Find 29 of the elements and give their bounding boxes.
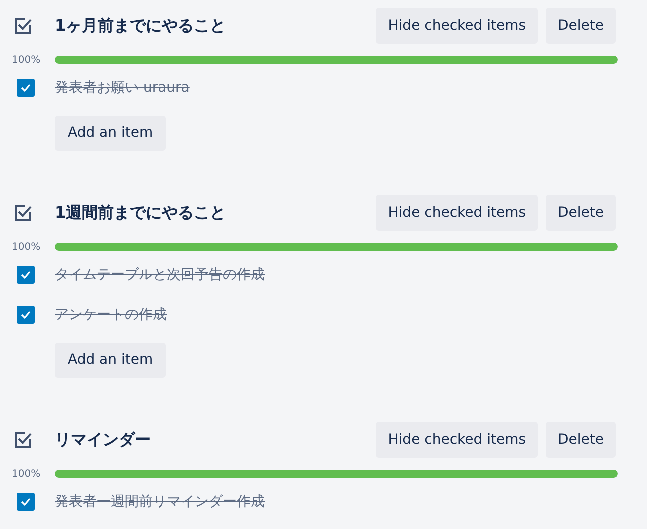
progress-percent: 100% [11,468,42,482]
check-icon [20,309,32,321]
check-icon [20,269,32,281]
checklist-icon [12,430,32,450]
checklist-item-text: タイムテーブルと次回予告の作成 [55,266,265,284]
check-icon [20,496,32,508]
add-item-button[interactable]: Add an item [55,343,166,378]
checklist-icon [12,16,32,36]
delete-button[interactable]: Delete [546,8,616,44]
check-icon [20,82,32,94]
delete-button[interactable]: Delete [546,422,616,458]
checkbox[interactable] [16,493,34,511]
checklist-title: リマインダー [55,429,152,451]
hide-checked-button[interactable]: Hide checked items [376,195,538,231]
checkbox[interactable] [16,266,34,284]
checklist-title: 1ヶ月前までにやること [55,15,228,37]
checklist-title: 1週間前までにやること [55,202,228,224]
checklist-item-text: 発表者一週間前リマインダー作成 [55,492,265,512]
checkbox[interactable] [16,306,34,324]
delete-button[interactable]: Delete [546,195,616,231]
checklist-item-text: アンケートの作成 [55,306,167,324]
progress-percent: 100% [11,54,42,68]
checkbox[interactable] [16,79,34,97]
hide-checked-button[interactable]: Hide checked items [376,422,538,458]
checklist-item-text: 発表者お願い uraura [55,78,190,98]
checklist-icon [12,203,32,223]
add-item-button[interactable]: Add an item [55,116,166,151]
progress-percent: 100% [11,240,42,254]
hide-checked-button[interactable]: Hide checked items [376,8,538,44]
